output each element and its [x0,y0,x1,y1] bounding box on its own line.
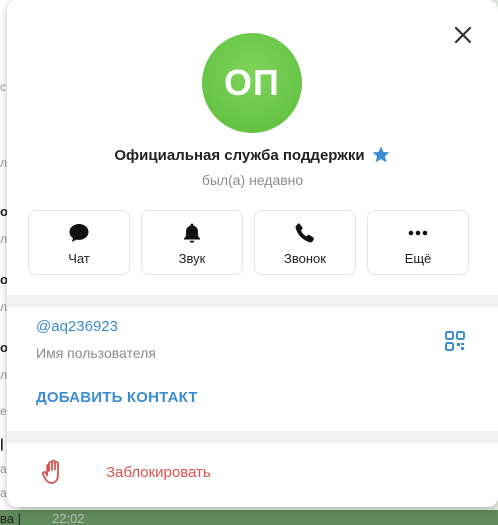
block-user-label: Заблокировать [106,464,211,481]
close-button[interactable] [452,24,474,46]
hand-stop-icon [41,459,59,484]
block-user-button[interactable]: Заблокировать [7,443,498,503]
chat-button-label: Чат [68,251,90,266]
sound-button[interactable]: Звук [141,210,243,275]
profile-name-row: Официальная служба поддержки [7,145,498,165]
sound-button-label: Звук [178,251,206,266]
bg-chat-time: 22:02 [52,511,85,525]
avatar: ОП [202,33,302,133]
bg-chat-title: ва | [0,511,21,525]
action-buttons: Чат Звук Звонок Ещё [28,210,469,275]
bg-fragment: | [0,436,4,451]
last-seen-status: был(а) недавно [201,172,304,188]
more-icon [406,221,430,245]
add-contact-button[interactable]: ДОБАВИТЬ КОНТАКТ [36,389,198,406]
chat-button[interactable]: Чат [28,210,130,275]
username-caption: Имя пользователя [36,345,156,361]
call-button[interactable]: Звонок [254,210,356,275]
profile-dialog: ОП Официальная служба поддержки был(а) н… [7,0,498,507]
bell-icon [180,221,204,245]
username-link[interactable]: @aq236923 [36,318,118,335]
qr-code-icon [445,331,465,351]
section-divider [7,431,498,443]
more-button[interactable]: Ещё [367,210,469,275]
phone-icon [293,221,317,245]
bg-fragment: а [0,486,7,500]
bg-fragment: а [0,462,7,476]
verified-star-icon [372,146,390,163]
bg-fragment: с [0,80,6,94]
chat-icon [67,221,91,245]
call-button-label: Звонок [284,251,326,266]
section-divider [7,295,498,307]
more-button-label: Ещё [404,251,432,266]
profile-name: Официальная служба поддержки [114,146,365,164]
bg-fragment: е [0,404,7,418]
qr-code-button[interactable] [444,330,466,352]
close-icon [454,26,472,44]
